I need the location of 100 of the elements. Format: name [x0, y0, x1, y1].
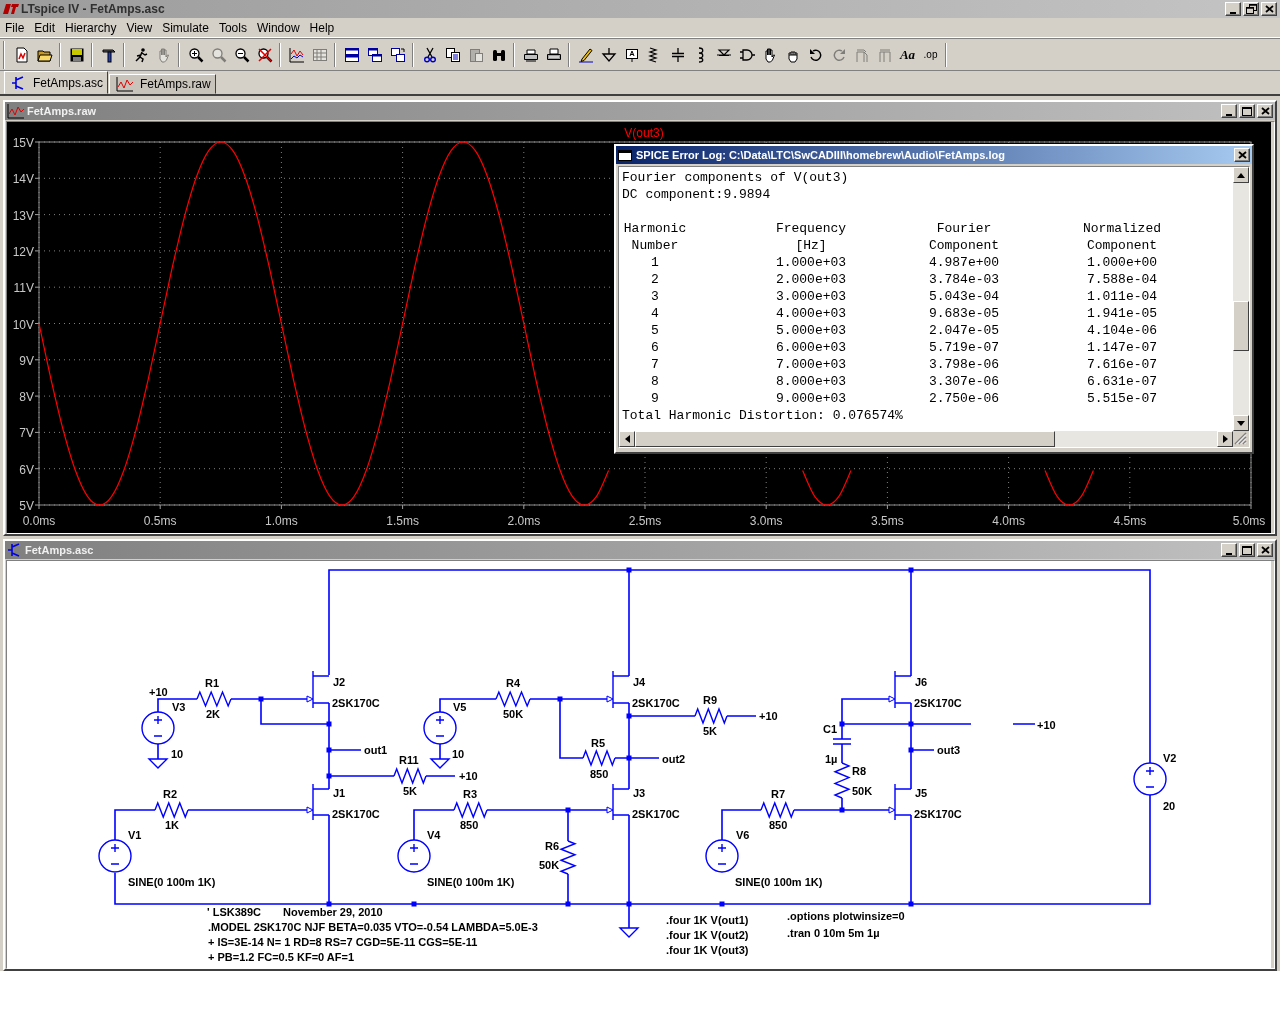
print-preview-icon[interactable] [522, 46, 539, 63]
pencil-icon[interactable] [577, 46, 594, 63]
table-cell-text: 2.750e-06 [927, 390, 1001, 407]
minimize-button[interactable] [1221, 543, 1237, 557]
component-label: R9 [703, 694, 718, 706]
voltage-source-symbol [397, 839, 431, 873]
menu-item[interactable]: Edit [29, 20, 61, 35]
close-icon [1260, 546, 1270, 554]
capacitor-icon[interactable] [669, 46, 686, 63]
spice-directive: .four 1K V(out3) [666, 944, 749, 956]
component-label: 850 [769, 819, 788, 831]
document-tab[interactable]: FetAmps.raw [109, 74, 216, 94]
y-tick-label: 11V [13, 281, 34, 296]
spice-directive-button[interactable]: .op [919, 43, 942, 66]
component-label: V6 [736, 829, 750, 841]
component-label: V2 [1163, 752, 1177, 764]
ground-symbol [147, 758, 169, 769]
maximize-button[interactable] [1239, 543, 1255, 557]
scissors-icon[interactable] [421, 46, 438, 63]
menu-item[interactable]: Tools [213, 20, 252, 35]
close-button[interactable] [1257, 543, 1273, 557]
component-label: +10 [459, 770, 478, 782]
close-icon [1237, 151, 1247, 159]
table-cell-text: 1 [650, 254, 660, 271]
column-header: Normalized [1082, 220, 1162, 237]
menu-item[interactable]: Help [304, 20, 340, 35]
spice-directive: .MODEL 2SK170C NJF BETA=0.035 VTO=-0.54 LAMBDA=5.0E-3 [208, 921, 538, 933]
table-cell-text: 9 [650, 390, 660, 407]
down-arrow-icon[interactable] [1237, 420, 1245, 426]
window-icon [618, 149, 632, 161]
resistor-symbol [154, 801, 189, 819]
size-grip-icon[interactable] [1233, 431, 1247, 445]
component-label: V4 [427, 829, 441, 841]
x-tick-label: 0.0ms [22, 514, 56, 528]
close-button[interactable] [1257, 104, 1273, 118]
tile-windows-icon[interactable] [389, 46, 406, 63]
vertical-scrollbar[interactable] [1233, 167, 1249, 431]
copy-icon[interactable] [444, 46, 461, 63]
menu-item[interactable]: View [121, 20, 158, 35]
text-tool-button[interactable]: Aa [896, 43, 919, 66]
table-cell-text: 1.000e+03 [774, 254, 848, 271]
right-arrow-icon[interactable] [1222, 435, 1228, 443]
scrollbar-thumb[interactable] [635, 431, 1055, 447]
y-tick-label: 8V [19, 390, 34, 405]
close-button[interactable] [1234, 148, 1250, 162]
spice-directive: .tran 0 10m 5m 1µ [787, 927, 880, 939]
new-file-icon[interactable] [13, 46, 30, 63]
jfet-symbol [878, 670, 912, 709]
menu-item[interactable]: Window [251, 20, 305, 35]
voltage-source-symbol [423, 711, 457, 745]
x-tick-label: 0.5ms [143, 514, 177, 528]
minimize-icon [1230, 11, 1236, 14]
menu-item[interactable]: Simulate [157, 20, 214, 35]
gate-symbol-icon[interactable] [738, 46, 755, 63]
scrollbar-thumb[interactable] [1233, 301, 1249, 351]
maximize-button[interactable] [1239, 104, 1255, 118]
component-label: SINE(0 100m 1K) [735, 876, 823, 888]
component-label: J4 [633, 676, 646, 688]
cascade-icon[interactable] [366, 46, 383, 63]
table-cell-text: 3 [650, 288, 660, 305]
component-label: R3 [463, 788, 478, 800]
table-cell-text: 4.987e+00 [927, 254, 1001, 271]
minimize-button[interactable] [1225, 2, 1241, 16]
close-icon [1260, 107, 1270, 115]
waveform-icon [116, 76, 135, 92]
component-label: 50K [503, 708, 524, 720]
component-label: SINE(0 100m 1K) [427, 876, 515, 888]
column-header: [Hz] [794, 237, 828, 254]
component-label: R11 [399, 754, 419, 766]
printer-icon[interactable] [545, 46, 562, 63]
waveform-icon[interactable] [288, 46, 305, 63]
component-label: 50K [539, 859, 560, 871]
component-label: 850 [590, 768, 609, 780]
component-label: V5 [453, 701, 467, 713]
ground-icon[interactable] [600, 46, 617, 63]
menu-item[interactable]: Hierarchy [60, 20, 122, 35]
jfet-symbol [296, 670, 330, 709]
minimize-button[interactable] [1221, 104, 1237, 118]
y-tick-label: 15V [12, 136, 34, 150]
hammer-icon[interactable] [100, 46, 117, 63]
close-button[interactable] [1261, 2, 1277, 16]
undo-icon[interactable] [807, 46, 824, 63]
zoom-out-icon[interactable] [233, 46, 250, 63]
jfet-symbol [878, 783, 912, 821]
document-tab[interactable]: FetAmps.asc [4, 71, 109, 94]
restore-icon [1245, 4, 1257, 14]
label-box-icon[interactable] [623, 46, 640, 63]
tile-horizontal-icon[interactable] [343, 46, 360, 63]
menu-item[interactable]: File [0, 20, 30, 35]
table-cell-text: 2 [650, 271, 660, 288]
component-label: 2SK170C [914, 808, 962, 820]
left-arrow-icon[interactable] [624, 435, 630, 443]
component-label: V3 [172, 701, 186, 713]
x-tick-label: 1.0ms [265, 514, 298, 528]
zoom-in-icon[interactable] [187, 46, 204, 63]
spice-directive: .four 1K V(out2) [666, 929, 749, 941]
horizontal-scrollbar[interactable] [619, 431, 1233, 447]
restore-button[interactable] [1243, 2, 1259, 16]
magnifier-cross-icon[interactable] [256, 46, 273, 63]
up-arrow-icon[interactable] [1237, 172, 1245, 178]
